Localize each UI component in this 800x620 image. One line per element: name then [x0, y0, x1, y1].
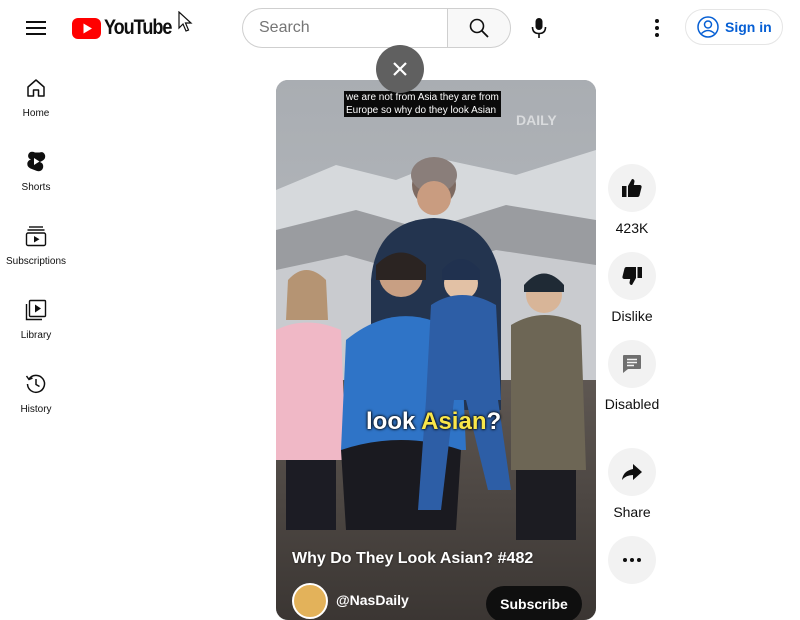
subscribe-button[interactable]: Subscribe — [486, 586, 582, 620]
sign-in-label: Sign in — [725, 19, 772, 35]
channel-avatar[interactable] — [292, 583, 328, 619]
dislike-action: Dislike — [608, 252, 656, 326]
horizontal-dots-icon — [623, 558, 641, 562]
history-icon — [24, 372, 48, 396]
share-action: Share — [608, 448, 656, 522]
more-actions-button[interactable] — [608, 536, 656, 584]
dislike-label: Dislike — [611, 308, 653, 324]
comments-button[interactable] — [608, 340, 656, 388]
closed-caption: we are not from Asia they are from Europ… — [344, 91, 501, 117]
overlay-text-highlight: Asian — [421, 408, 487, 435]
more-actions — [608, 536, 656, 584]
share-label: Share — [613, 504, 651, 520]
youtube-logo[interactable]: YouTube — [72, 16, 182, 40]
thumbs-up-icon — [622, 179, 642, 197]
like-button[interactable] — [608, 164, 656, 212]
hamburger-menu-icon — [26, 21, 46, 35]
sidebar-item-subscriptions[interactable]: Subscriptions — [0, 204, 72, 278]
guide-menu-button[interactable] — [18, 10, 54, 46]
voice-search-button[interactable] — [519, 8, 559, 48]
channel-name[interactable]: @NasDaily — [336, 592, 409, 608]
sidebar-item-label: Shorts — [21, 182, 51, 193]
video-frame — [276, 80, 596, 620]
search-icon — [469, 18, 489, 38]
sign-in-button[interactable]: Sign in — [685, 9, 783, 45]
sidebar-item-label: Subscriptions — [5, 256, 67, 267]
sidebar-item-label: Library — [20, 330, 52, 341]
overlay-text-end: ? — [486, 408, 502, 435]
logo-text: YouTube — [104, 16, 172, 39]
video-watermark: DAILY — [516, 112, 557, 128]
youtube-play-logo-icon — [72, 17, 101, 39]
short-title[interactable]: Why Do They Look Asian? #482 — [292, 550, 533, 568]
microphone-icon — [531, 18, 547, 38]
thumbs-down-icon — [622, 267, 642, 285]
dislike-button[interactable] — [608, 252, 656, 300]
comment-icon — [623, 355, 641, 373]
mouse-cursor-icon — [178, 11, 193, 32]
caption-line: we are not from Asia they are from — [346, 92, 499, 103]
sidebar-item-label: Home — [22, 108, 50, 119]
close-button[interactable] — [376, 45, 424, 93]
like-count: 423K — [615, 220, 649, 236]
shorts-icon — [24, 150, 48, 174]
comments-disabled-label: Disabled — [604, 396, 660, 412]
sidebar-item-history[interactable]: History — [0, 352, 72, 426]
share-button[interactable] — [608, 448, 656, 496]
vertical-dots-icon — [655, 19, 659, 37]
sidebar-item-home[interactable]: Home — [0, 56, 72, 130]
library-icon — [24, 298, 48, 322]
search-input[interactable] — [259, 19, 439, 37]
home-icon — [24, 76, 48, 100]
share-arrow-icon — [622, 464, 642, 480]
close-icon — [393, 62, 407, 76]
settings-more-button[interactable] — [637, 8, 677, 48]
account-circle-icon — [697, 16, 719, 38]
like-action: 423K — [608, 164, 656, 238]
search-box[interactable] — [242, 8, 448, 48]
shorts-video-player[interactable]: we are not from Asia they are from Europ… — [276, 80, 596, 620]
sidebar-item-shorts[interactable]: Shorts — [0, 130, 72, 204]
comments-action: Disabled — [605, 340, 659, 414]
subscriptions-icon — [24, 224, 48, 248]
overlay-text-plain: look — [366, 408, 422, 435]
search-button[interactable] — [447, 8, 511, 48]
sidebar-item-label: History — [20, 404, 52, 415]
caption-line: Europe so why do they look Asian — [346, 105, 497, 116]
video-overlay-text: look Asian? — [366, 408, 501, 436]
sidebar-item-library[interactable]: Library — [0, 278, 72, 352]
